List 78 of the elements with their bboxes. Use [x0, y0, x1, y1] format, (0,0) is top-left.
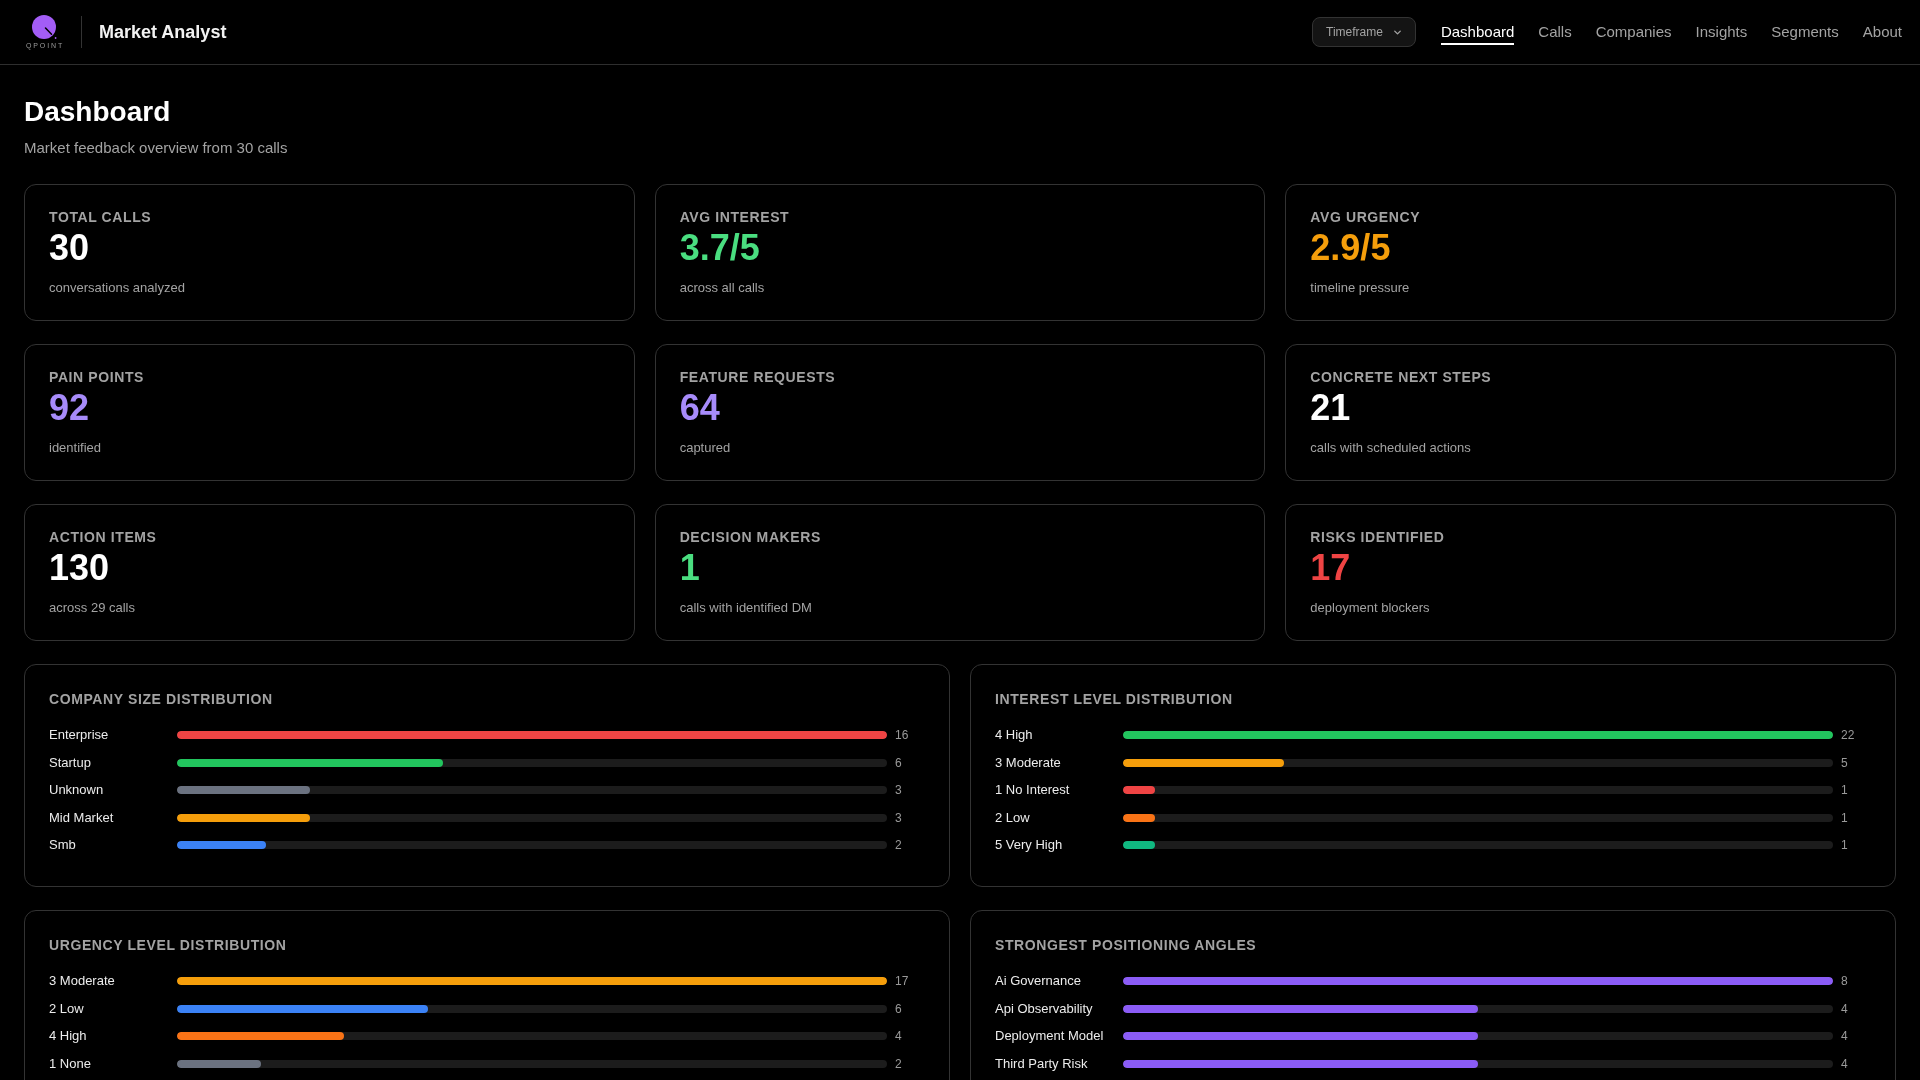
stat-label: AVG URGENCY — [1310, 208, 1421, 227]
nav-link[interactable]: Dashboard — [1440, 19, 1515, 45]
stat-label: AVG INTEREST — [679, 208, 790, 227]
panel-title: COMPANY SIZE DISTRIBUTION — [49, 690, 274, 709]
bar-label: 3 Moderate — [995, 753, 1062, 772]
nav-link[interactable]: Insights — [1695, 19, 1748, 45]
stat-value: 30 — [49, 228, 90, 268]
stat-label: CONCRETE NEXT STEPS — [1310, 368, 1492, 387]
stat-value: 92 — [49, 388, 90, 428]
bar-count: 1 — [1841, 837, 1849, 854]
bar-count: 4 — [1841, 1055, 1849, 1073]
bar-count: 22 — [1841, 727, 1856, 744]
stat-label: TOTAL CALLS — [49, 208, 152, 227]
bar-label: Ai Governance — [995, 972, 1082, 990]
bar-label: 3 Moderate — [49, 972, 116, 990]
stat-caption: deployment blockers — [1310, 599, 1430, 617]
stat-value: 3.7/5 — [679, 228, 760, 268]
page-title: Dashboard — [24, 95, 172, 129]
stat-value: 64 — [679, 388, 720, 428]
bar-label: Enterprise — [49, 726, 110, 744]
stat-label: RISKS IDENTIFIED — [1310, 528, 1445, 547]
bar-count: 4 — [1841, 1028, 1849, 1045]
bar-count: 2 — [895, 837, 903, 854]
stat-value: 2.9/5 — [1310, 228, 1391, 268]
bar-count: 16 — [895, 727, 910, 744]
stat-label: PAIN POINTS — [49, 368, 145, 387]
stat-label: DECISION MAKERS — [679, 528, 821, 547]
bar-label: Unknown — [49, 781, 105, 799]
stat-label: ACTION ITEMS — [49, 528, 157, 547]
stat-value: 17 — [1310, 548, 1351, 588]
stat-value: 21 — [1310, 388, 1351, 428]
stat-label: FEATURE REQUESTS — [679, 368, 836, 387]
bar-label: 5 Very High — [995, 836, 1064, 854]
nav-link[interactable]: About — [1862, 19, 1902, 45]
bar-count: 4 — [895, 1028, 903, 1045]
bar-count: 8 — [1841, 973, 1849, 990]
logo-icon — [31, 14, 57, 39]
bar-label: 2 Low — [995, 808, 1031, 827]
bar-count: 6 — [895, 1000, 903, 1018]
panel-title: STRONGEST POSITIONING ANGLES — [995, 936, 1258, 955]
panel-title: INTEREST LEVEL DISTRIBUTION — [995, 690, 1234, 709]
stat-caption: timeline pressure — [1310, 279, 1410, 297]
bar-count: 6 — [895, 754, 903, 772]
bar-count: 2 — [895, 1055, 903, 1073]
bar-count: 5 — [1841, 754, 1849, 772]
nav-link[interactable]: Segments — [1771, 19, 1839, 45]
bar-label: Deployment Model — [995, 1027, 1105, 1045]
bar-label: Mid Market — [49, 808, 115, 827]
bar-count: 3 — [895, 809, 903, 827]
bar-count: 3 — [895, 782, 903, 799]
stat-caption: captured — [679, 439, 731, 457]
stat-caption: calls with identified DM — [679, 599, 812, 617]
bar-label: 2 Low — [49, 999, 85, 1018]
stat-value: 1 — [679, 548, 700, 588]
nav-link[interactable]: Calls — [1538, 19, 1572, 45]
bar-count: 17 — [895, 973, 910, 990]
bar-count: 1 — [1841, 782, 1849, 799]
bar-label: 4 High — [995, 726, 1034, 744]
nav-link[interactable]: Companies — [1595, 19, 1672, 45]
bar-count: 1 — [1841, 809, 1849, 827]
stat-caption: across all calls — [679, 279, 765, 297]
bar-label: 4 High — [49, 1027, 88, 1045]
page-subtitle: Market feedback overview from 30 calls — [24, 138, 289, 158]
bar-count: 4 — [1841, 1000, 1849, 1018]
stat-caption: across 29 calls — [49, 599, 135, 617]
app-title: Market Analyst — [99, 21, 227, 43]
bar-label: 1 No Interest — [995, 781, 1071, 799]
panel-title: URGENCY LEVEL DISTRIBUTION — [49, 936, 288, 955]
bar-label: 1 None — [49, 1054, 92, 1073]
bar-label: Third Party Risk — [995, 1054, 1089, 1073]
bar-label: Smb — [49, 836, 77, 854]
stat-value: 130 — [49, 548, 110, 588]
stat-caption: calls with scheduled actions — [1310, 439, 1471, 457]
stat-caption: conversations analyzed — [49, 279, 185, 297]
stat-caption: identified — [49, 439, 102, 457]
bar-label: Startup — [49, 753, 92, 772]
bar-label: Api Observability — [995, 999, 1094, 1018]
timeframe-select[interactable]: Timeframe — [1312, 17, 1416, 47]
